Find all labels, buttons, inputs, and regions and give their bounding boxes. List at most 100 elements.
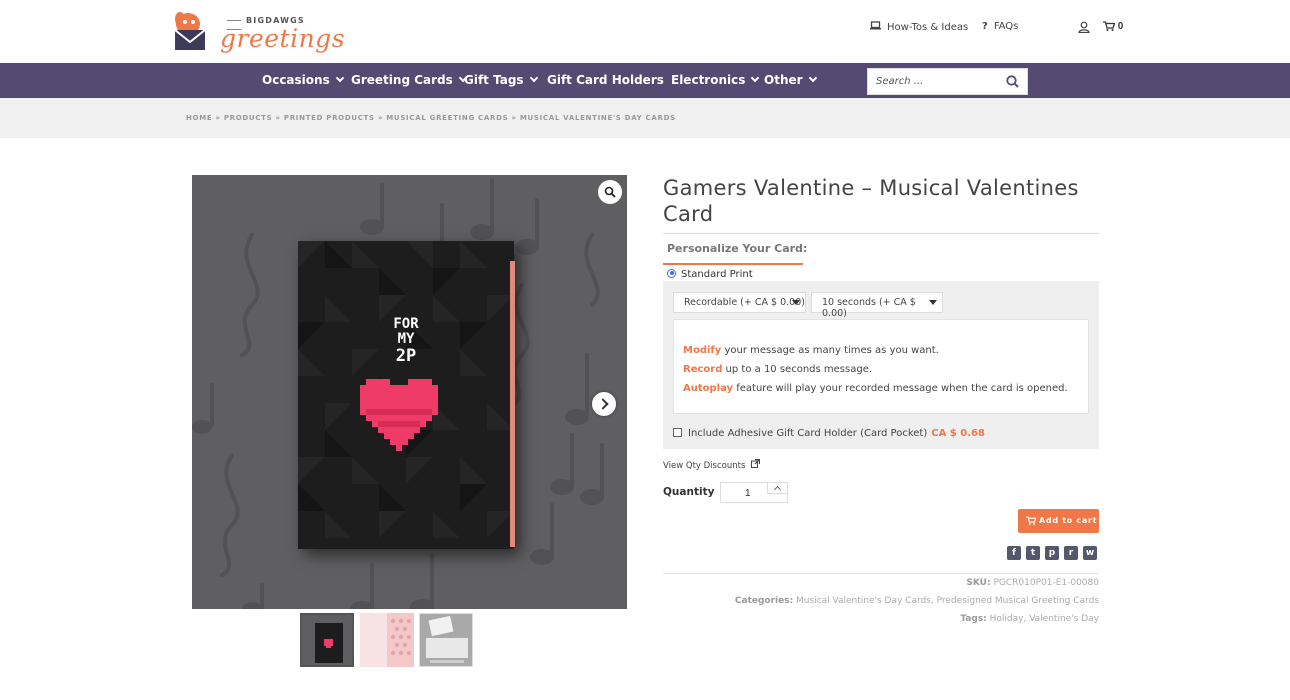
dropdown-arrow-icon: [929, 300, 937, 305]
zoom-button[interactable]: [598, 180, 622, 204]
tags-row: Tags: Holiday, Valentine's Day: [960, 614, 1099, 624]
reddit-share-icon[interactable]: r: [1064, 546, 1078, 560]
main-nav: Occasions Greeting Cards Gift Tags Gift …: [0, 63, 1290, 98]
envelope-dog-logo-icon: [174, 12, 206, 50]
breadcrumb-bar: HOME » PRODUCTS » PRINTED PRODUCTS » MUS…: [0, 98, 1290, 138]
question-icon: ?: [982, 21, 988, 32]
laptop-icon: [870, 21, 881, 33]
qty-discounts-link[interactable]: View Qty Discounts: [663, 458, 761, 471]
product-title: Gamers Valentine – Musical Valentines Ca…: [663, 176, 1079, 226]
feature-line-modify: Modify your message as many times as you…: [683, 345, 939, 356]
thumbnail-inside-image: [360, 613, 414, 667]
thumbnail-card-image: [302, 615, 352, 665]
faqs-label: FAQs: [993, 21, 1019, 32]
logo-script-text: greetings: [220, 24, 346, 53]
divider: [663, 233, 1099, 234]
chevron-down-icon: [751, 73, 760, 83]
nav-label: Occasions: [262, 73, 330, 87]
recordable-select-value: Recordable (+ CA $ 0.00): [684, 297, 805, 308]
site-header: BIGDAWGS greetings How-Tos & Ideas ? FAQs…: [0, 0, 1290, 63]
card-text-line: FOR: [393, 316, 419, 332]
nav-label: Electronics: [671, 73, 746, 87]
nav-label: Gift Tags: [464, 73, 524, 87]
standard-print-label: Standard Print: [681, 269, 753, 280]
facebook-share-icon[interactable]: f: [1007, 546, 1021, 560]
nav-item-greeting-cards[interactable]: Greeting Cards: [351, 73, 468, 87]
duration-select[interactable]: 10 seconds (+ CA $ 0.00): [811, 292, 943, 319]
add-to-cart-label: Add to cart: [1039, 516, 1098, 525]
card-text-line: MY: [397, 331, 415, 347]
recordable-select[interactable]: Recordable (+ CA $ 0.00): [673, 292, 806, 313]
magnifier-icon: [604, 186, 616, 198]
add-to-cart-button[interactable]: Add to cart: [1018, 509, 1099, 533]
thumbnail-3[interactable]: [419, 613, 473, 667]
twitter-share-icon[interactable]: t: [1026, 546, 1040, 560]
user-icon[interactable]: [1078, 21, 1090, 33]
faqs-link[interactable]: ? FAQs: [982, 21, 1018, 32]
dropdown-arrow-icon: [792, 300, 800, 305]
categories-label: Categories:: [734, 596, 794, 606]
pinterest-share-icon[interactable]: p: [1045, 546, 1059, 560]
pixel-heart-icon: [360, 379, 438, 451]
gift-holder-checkbox[interactable]: [673, 427, 682, 437]
personalize-heading: Personalize Your Card:: [667, 242, 808, 255]
cart-icon: [1103, 21, 1116, 32]
feature-keyword: Record: [683, 364, 723, 375]
search-icon[interactable]: [1006, 75, 1019, 88]
sku-value: PGCR010P01-E1-00080: [993, 578, 1099, 588]
thumbnail-1[interactable]: [300, 613, 354, 667]
howto-label: How-Tos & Ideas: [887, 22, 969, 33]
nav-item-electronics[interactable]: Electronics: [671, 73, 760, 87]
gift-holder-price: CA $ 0.68: [931, 428, 985, 439]
tags-label: Tags:: [960, 614, 987, 624]
feature-description: up to a 10 seconds message.: [722, 364, 873, 375]
quantity-increase-button[interactable]: [767, 483, 787, 494]
chevron-down-icon: [808, 73, 817, 83]
quantity-value[interactable]: 1: [745, 488, 751, 499]
sku-row: SKU: PGCR010P01-E1-00080: [966, 578, 1099, 588]
cart-count: 0: [1117, 21, 1124, 32]
standard-print-option[interactable]: Standard Print: [667, 268, 753, 280]
next-image-button[interactable]: [592, 392, 616, 416]
thumbnail-2[interactable]: [360, 613, 414, 667]
tags-links[interactable]: Holiday, Valentine's Day: [990, 614, 1099, 624]
nav-item-occasions[interactable]: Occasions: [262, 73, 344, 87]
chevron-down-icon: [529, 73, 538, 83]
card-edge: [510, 261, 515, 547]
feature-keyword: Modify: [683, 345, 722, 356]
howto-link[interactable]: How-Tos & Ideas: [870, 21, 968, 33]
thumbnail-holder-image: [420, 614, 472, 666]
card-text-line: 2P: [395, 346, 417, 366]
search-input[interactable]: [868, 69, 998, 94]
feature-keyword: Autoplay: [683, 383, 734, 394]
gift-holder-label: Include Adhesive Gift Card Holder (Card …: [688, 428, 928, 439]
sku-label: SKU:: [966, 578, 991, 588]
site-logo[interactable]: BIGDAWGS greetings: [166, 8, 345, 56]
whatsapp-share-icon[interactable]: w: [1083, 546, 1097, 560]
feature-description: feature will play your recorded message …: [733, 383, 1068, 394]
gift-holder-option[interactable]: Include Adhesive Gift Card Holder (Card …: [673, 427, 985, 439]
radio-selected[interactable]: [667, 268, 676, 278]
feature-description: your message as many times as you want.: [721, 345, 939, 356]
nav-item-gift-card-holders[interactable]: Gift Card Holders: [547, 73, 664, 87]
chevron-down-icon: [335, 73, 344, 83]
nav-label: Other: [764, 73, 803, 87]
feature-line-record: Record up to a 10 seconds message.: [683, 364, 872, 375]
nav-label: Greeting Cards: [351, 73, 453, 87]
categories-links[interactable]: Musical Valentine's Day Cards, Predesign…: [796, 596, 1099, 606]
divider: [663, 573, 1099, 574]
feature-line-autoplay: Autoplay feature will play your recorded…: [683, 383, 1068, 394]
external-link-icon: [751, 458, 761, 468]
quantity-label: Quantity: [663, 486, 715, 498]
nav-item-other[interactable]: Other: [764, 73, 817, 87]
cart-icon: [1026, 516, 1036, 525]
product-main-image[interactable]: FOR MY 2P: [192, 175, 627, 609]
quantity-stepper[interactable]: 1: [720, 482, 788, 503]
cart-link[interactable]: 0: [1103, 21, 1123, 32]
nav-item-gift-tags[interactable]: Gift Tags: [464, 73, 538, 87]
search-box: [867, 68, 1028, 95]
categories-row: Categories: Musical Valentine's Day Card…: [735, 596, 1099, 606]
breadcrumb[interactable]: HOME » PRODUCTS » PRINTED PRODUCTS » MUS…: [186, 114, 676, 122]
qty-discounts-label: View Qty Discounts: [663, 461, 746, 471]
nav-label: Gift Card Holders: [547, 73, 664, 87]
